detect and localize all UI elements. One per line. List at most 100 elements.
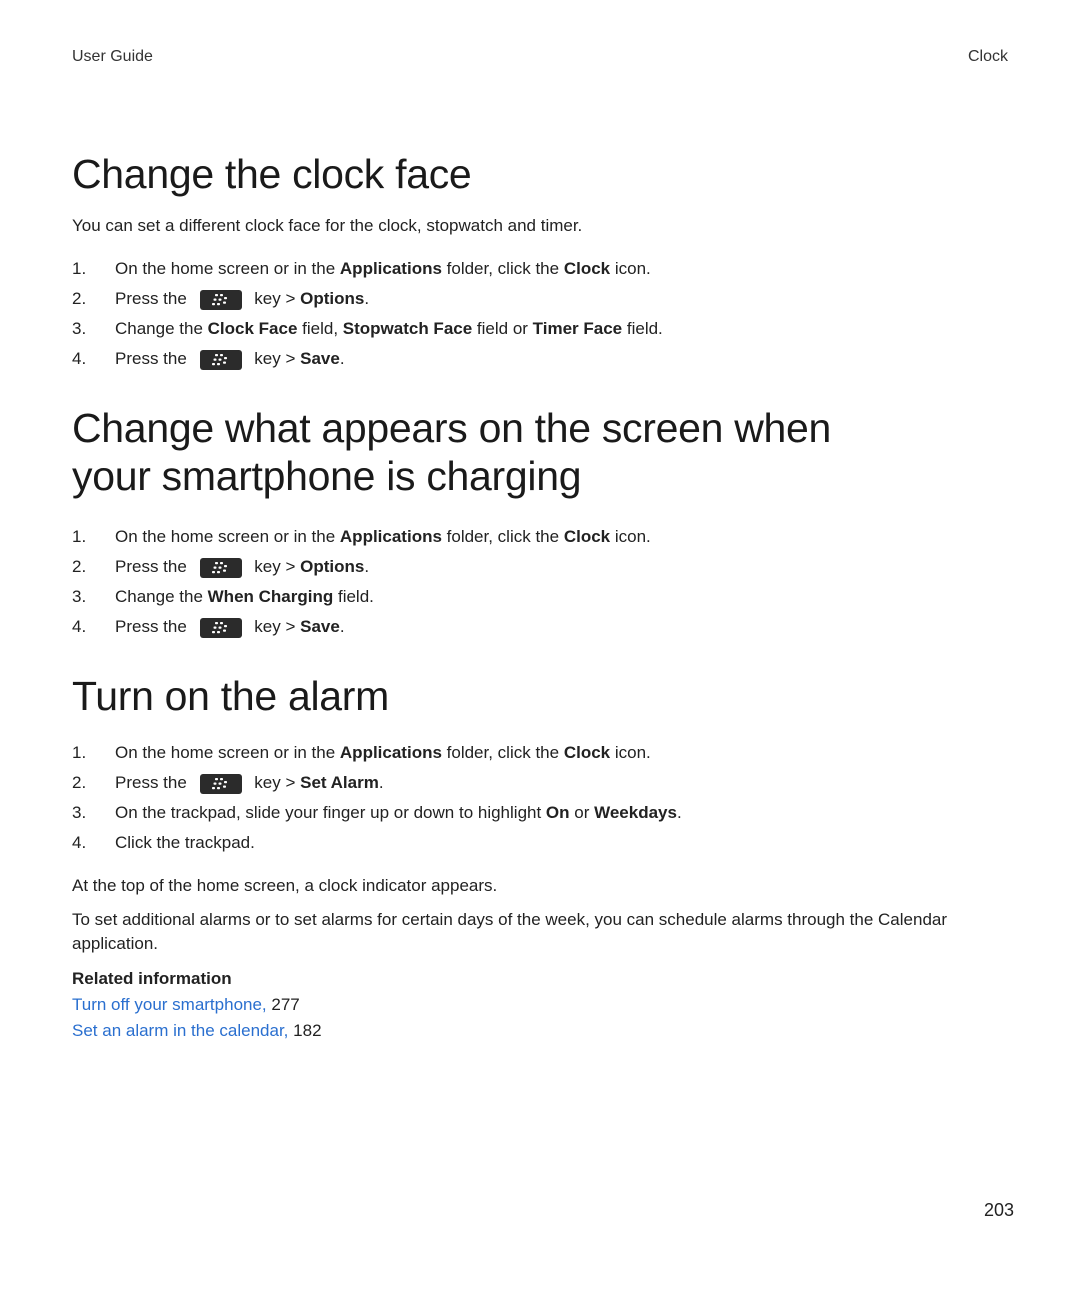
step-item: 1. On the home screen or in the Applicati…: [72, 254, 972, 284]
step-text: Press the key > Save.: [115, 612, 345, 642]
step-text-part: icon.: [610, 259, 651, 278]
ui-term: Clock: [563, 527, 611, 546]
ui-term: When Charging: [207, 587, 334, 606]
step-text: On the home screen or in the Application…: [115, 738, 651, 768]
step-text-part: .: [339, 617, 345, 636]
step-text: Press the key > Options.: [115, 284, 369, 314]
ui-term: On: [545, 803, 570, 822]
ui-term: Options: [300, 289, 365, 308]
step-text-part: field,: [297, 319, 343, 338]
step-item: 4. Press the key > Save.: [72, 344, 972, 374]
step-text-part: .: [364, 289, 370, 308]
document-content: Change the clock face You can set a diff…: [72, 150, 972, 1044]
header-section: Clock: [967, 48, 1008, 65]
step-text: On the home screen or in the Application…: [115, 254, 651, 284]
ui-term: Clock Face: [207, 319, 298, 338]
step-text-part: key >: [249, 349, 301, 368]
step-text-part: Click the trackpad.: [115, 833, 255, 852]
step-text: Change the When Charging field.: [115, 582, 374, 612]
step-number: 3.: [72, 587, 87, 606]
related-link-item: Turn off your smartphone, 277: [72, 992, 972, 1018]
steps-list: 1. On the home screen or in the Applicati…: [72, 738, 972, 858]
step-number: 3.: [72, 319, 87, 338]
ui-term: Clock: [563, 743, 611, 762]
step-item: 3. Change the Clock Face field, Stopwatch…: [72, 314, 972, 344]
step-text-part: .: [676, 803, 682, 822]
related-link-item: Set an alarm in the calendar, 182: [72, 1018, 972, 1044]
ui-term: Applications: [339, 743, 442, 762]
step-number: 1.: [72, 259, 87, 278]
step-text: On the trackpad, slide your finger up or…: [115, 798, 682, 828]
step-text-part: icon.: [610, 743, 651, 762]
ui-term: Set Alarm: [300, 773, 379, 792]
step-text-part: icon.: [610, 527, 651, 546]
related-link[interactable]: Turn off your smartphone,: [72, 995, 267, 1014]
step-text: Press the key > Options.: [115, 552, 369, 582]
step-text: On the home screen or in the Application…: [115, 522, 651, 552]
menu-key-icon: [199, 773, 242, 794]
ui-term: Save: [300, 349, 340, 368]
step-number: 2.: [72, 289, 87, 308]
ui-term: Timer Face: [532, 319, 623, 338]
section-title: Change what appears on the screen when y…: [72, 405, 832, 499]
menu-key-icon: [199, 557, 242, 578]
step-item: 3. On the trackpad, slide your finger up …: [72, 798, 972, 828]
step-text-part: folder, click the: [441, 259, 564, 278]
step-text-part: On the home screen or in the: [115, 527, 340, 546]
ui-term: Save: [300, 617, 340, 636]
step-text-part: folder, click the: [441, 527, 564, 546]
ui-term: Applications: [339, 527, 442, 546]
ui-term: Weekdays: [594, 803, 677, 822]
section-clock-face: Change the clock face You can set a diff…: [72, 150, 972, 374]
step-item: 4. Press the key > Save.: [72, 612, 972, 642]
step-item: 4. Click the trackpad.: [72, 828, 972, 858]
section-alarm: Turn on the alarm 1. On the home screen o…: [72, 672, 972, 1044]
step-text: Press the key > Save.: [115, 344, 345, 374]
step-number: 1.: [72, 527, 87, 546]
related-page: 182: [293, 1021, 322, 1040]
step-text-part: Press the: [115, 617, 192, 636]
step-text-part: Change the: [115, 587, 208, 606]
step-number: 3.: [72, 803, 87, 822]
step-text-part: field.: [333, 587, 374, 606]
step-text-part: .: [339, 349, 345, 368]
related-link[interactable]: Set an alarm in the calendar,: [72, 1021, 288, 1040]
menu-key-icon: [199, 617, 242, 638]
step-text-part: Press the: [115, 289, 192, 308]
related-info-title: Related information: [72, 969, 232, 988]
step-number: 4.: [72, 349, 87, 368]
ui-term: Stopwatch Face: [342, 319, 473, 338]
header-title: User Guide: [72, 48, 153, 65]
ui-term: Applications: [339, 259, 442, 278]
step-text-part: Press the: [115, 773, 192, 792]
step-text-part: field or: [472, 319, 533, 338]
ui-term: Clock: [563, 259, 611, 278]
step-item: 1. On the home screen or in the Applicati…: [72, 522, 972, 552]
step-text-part: On the home screen or in the: [115, 259, 340, 278]
page-number: 203: [983, 1200, 1014, 1220]
step-text-part: or: [569, 803, 595, 822]
step-item: 1. On the home screen or in the Applicati…: [72, 738, 972, 768]
step-text-part: key >: [249, 289, 301, 308]
after-text: At the top of the home screen, a clock i…: [72, 876, 498, 895]
step-text-part: On the trackpad, slide your finger up or…: [115, 803, 546, 822]
step-text-part: Press the: [115, 557, 192, 576]
step-text: Press the key > Set Alarm.: [115, 768, 384, 798]
steps-list: 1. On the home screen or in the Applicati…: [72, 522, 972, 642]
step-item: 3. Change the When Charging field.: [72, 582, 972, 612]
step-number: 4.: [72, 833, 87, 852]
step-text: Change the Clock Face field, Stopwatch F…: [115, 314, 663, 344]
step-number: 1.: [72, 743, 87, 762]
step-text-part: key >: [249, 617, 301, 636]
menu-key-icon: [199, 349, 242, 370]
step-number: 2.: [72, 773, 87, 792]
step-number: 2.: [72, 557, 87, 576]
step-text-part: .: [378, 773, 384, 792]
section-title: Turn on the alarm: [72, 673, 389, 719]
step-text: Click the trackpad.: [115, 828, 255, 858]
step-text-part: On the home screen or in the: [115, 743, 340, 762]
step-item: 2. Press the key > Options.: [72, 284, 972, 314]
step-number: 4.: [72, 617, 87, 636]
step-text-part: key >: [249, 557, 301, 576]
step-text-part: folder, click the: [441, 743, 564, 762]
